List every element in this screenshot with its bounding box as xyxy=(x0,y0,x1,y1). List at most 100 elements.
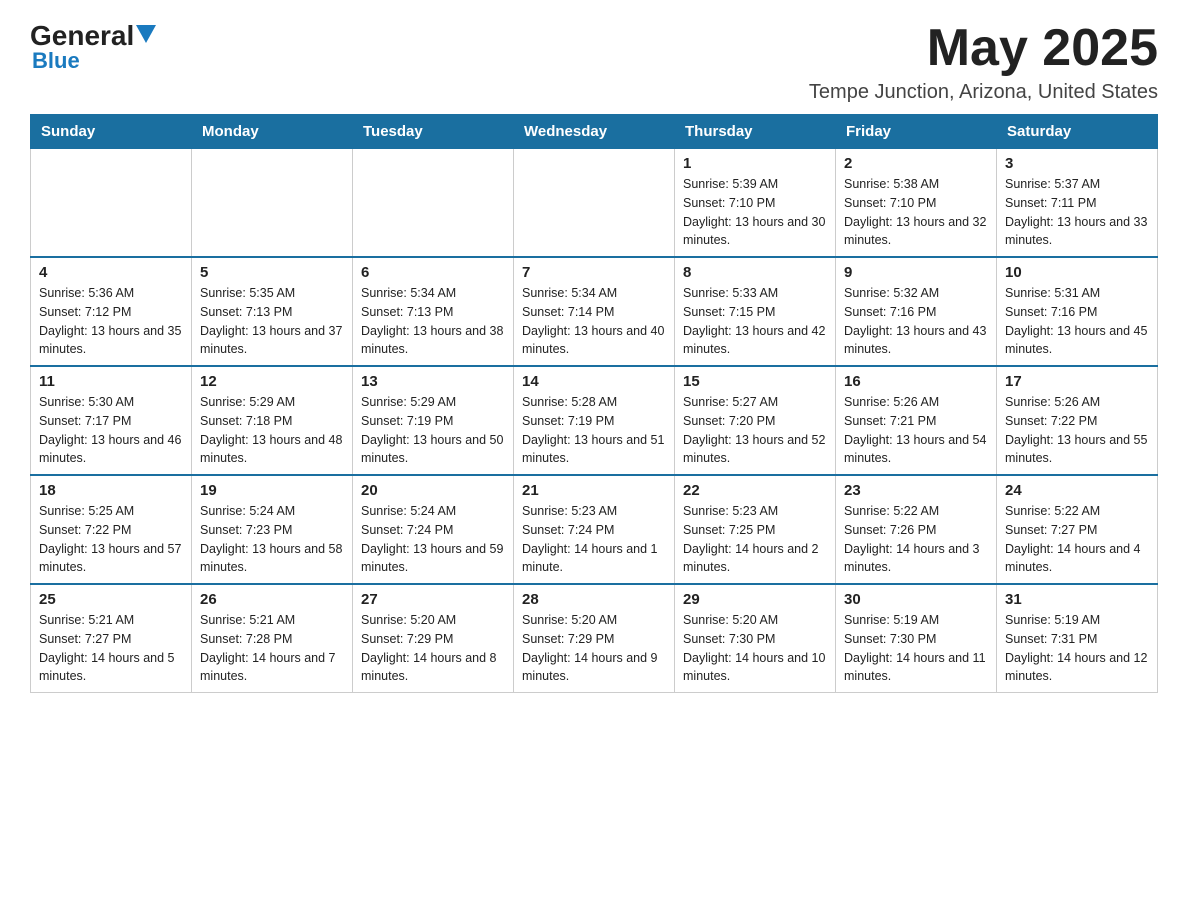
day-number: 15 xyxy=(683,373,827,390)
calendar-cell: 25 Sunrise: 5:21 AMSunset: 7:27 PMDayligh… xyxy=(31,584,192,693)
day-number: 30 xyxy=(844,591,988,608)
day-of-week-header: Sunday xyxy=(31,115,192,149)
day-info: Sunrise: 5:38 AMSunset: 7:10 PMDaylight:… xyxy=(844,175,988,250)
day-number: 25 xyxy=(39,591,183,608)
day-number: 2 xyxy=(844,155,988,172)
day-number: 19 xyxy=(200,482,344,499)
day-number: 24 xyxy=(1005,482,1149,499)
day-of-week-header: Thursday xyxy=(675,115,836,149)
day-number: 20 xyxy=(361,482,505,499)
day-number: 11 xyxy=(39,373,183,390)
day-number: 31 xyxy=(1005,591,1149,608)
day-info: Sunrise: 5:21 AMSunset: 7:27 PMDaylight:… xyxy=(39,611,183,686)
day-info: Sunrise: 5:32 AMSunset: 7:16 PMDaylight:… xyxy=(844,284,988,359)
calendar-cell: 23 Sunrise: 5:22 AMSunset: 7:26 PMDayligh… xyxy=(836,475,997,584)
day-number: 7 xyxy=(522,264,666,281)
day-number: 6 xyxy=(361,264,505,281)
calendar-cell: 28 Sunrise: 5:20 AMSunset: 7:29 PMDayligh… xyxy=(514,584,675,693)
day-info: Sunrise: 5:36 AMSunset: 7:12 PMDaylight:… xyxy=(39,284,183,359)
day-info: Sunrise: 5:35 AMSunset: 7:13 PMDaylight:… xyxy=(200,284,344,359)
day-number: 9 xyxy=(844,264,988,281)
day-of-week-header: Wednesday xyxy=(514,115,675,149)
day-number: 13 xyxy=(361,373,505,390)
calendar-cell: 19Sunrise: 5:24 AMSunset: 7:23 PMDayligh… xyxy=(192,475,353,584)
day-info: Sunrise: 5:23 AMSunset: 7:25 PMDaylight:… xyxy=(683,502,827,577)
day-info: Sunrise: 5:19 AMSunset: 7:31 PMDaylight:… xyxy=(1005,611,1149,686)
month-title: May 2025 xyxy=(809,20,1158,77)
day-number: 1 xyxy=(683,155,827,172)
logo-triangle-icon xyxy=(136,25,156,45)
calendar-cell: 21 Sunrise: 5:23 AMSunset: 7:24 PMDayligh… xyxy=(514,475,675,584)
day-info: Sunrise: 5:23 AMSunset: 7:24 PMDaylight:… xyxy=(522,502,666,577)
day-info: Sunrise: 5:29 AMSunset: 7:19 PMDaylight:… xyxy=(361,393,505,468)
logo-blue-text: Blue xyxy=(32,48,80,74)
day-number: 21 xyxy=(522,482,666,499)
calendar-cell: 30 Sunrise: 5:19 AMSunset: 7:30 PMDayligh… xyxy=(836,584,997,693)
logo: General Blue xyxy=(30,20,156,74)
day-number: 23 xyxy=(844,482,988,499)
day-info: Sunrise: 5:22 AMSunset: 7:27 PMDaylight:… xyxy=(1005,502,1149,577)
day-of-week-header: Tuesday xyxy=(353,115,514,149)
day-info: Sunrise: 5:28 AMSunset: 7:19 PMDaylight:… xyxy=(522,393,666,468)
day-number: 26 xyxy=(200,591,344,608)
day-info: Sunrise: 5:20 AMSunset: 7:29 PMDaylight:… xyxy=(361,611,505,686)
day-info: Sunrise: 5:21 AMSunset: 7:28 PMDaylight:… xyxy=(200,611,344,686)
calendar-table: SundayMondayTuesdayWednesdayThursdayFrid… xyxy=(30,114,1158,693)
calendar-cell xyxy=(353,149,514,258)
calendar-cell xyxy=(192,149,353,258)
calendar-cell xyxy=(514,149,675,258)
day-number: 5 xyxy=(200,264,344,281)
calendar-week-row: 11 Sunrise: 5:30 AMSunset: 7:17 PMDayligh… xyxy=(31,366,1158,475)
day-of-week-header: Friday xyxy=(836,115,997,149)
day-info: Sunrise: 5:39 AMSunset: 7:10 PMDaylight:… xyxy=(683,175,827,250)
calendar-cell: 31 Sunrise: 5:19 AMSunset: 7:31 PMDayligh… xyxy=(997,584,1158,693)
day-info: Sunrise: 5:24 AMSunset: 7:24 PMDaylight:… xyxy=(361,502,505,577)
calendar-cell: 20 Sunrise: 5:24 AMSunset: 7:24 PMDayligh… xyxy=(353,475,514,584)
calendar-week-row: 25 Sunrise: 5:21 AMSunset: 7:27 PMDayligh… xyxy=(31,584,1158,693)
day-number: 8 xyxy=(683,264,827,281)
calendar-week-row: 18 Sunrise: 5:25 AMSunset: 7:22 PMDayligh… xyxy=(31,475,1158,584)
calendar-cell: 12 Sunrise: 5:29 AMSunset: 7:18 PMDayligh… xyxy=(192,366,353,475)
day-info: Sunrise: 5:20 AMSunset: 7:30 PMDaylight:… xyxy=(683,611,827,686)
day-number: 22 xyxy=(683,482,827,499)
day-number: 27 xyxy=(361,591,505,608)
title-area: May 2025 Tempe Junction, Arizona, United… xyxy=(809,20,1158,104)
day-info: Sunrise: 5:25 AMSunset: 7:22 PMDaylight:… xyxy=(39,502,183,577)
day-number: 14 xyxy=(522,373,666,390)
day-info: Sunrise: 5:26 AMSunset: 7:21 PMDaylight:… xyxy=(844,393,988,468)
day-number: 3 xyxy=(1005,155,1149,172)
day-info: Sunrise: 5:26 AMSunset: 7:22 PMDaylight:… xyxy=(1005,393,1149,468)
day-info: Sunrise: 5:37 AMSunset: 7:11 PMDaylight:… xyxy=(1005,175,1149,250)
calendar-cell: 14 Sunrise: 5:28 AMSunset: 7:19 PMDayligh… xyxy=(514,366,675,475)
day-number: 16 xyxy=(844,373,988,390)
calendar-cell: 27 Sunrise: 5:20 AMSunset: 7:29 PMDayligh… xyxy=(353,584,514,693)
calendar-cell: 29 Sunrise: 5:20 AMSunset: 7:30 PMDayligh… xyxy=(675,584,836,693)
day-number: 28 xyxy=(522,591,666,608)
day-of-week-header: Saturday xyxy=(997,115,1158,149)
day-number: 18 xyxy=(39,482,183,499)
calendar-cell: 18 Sunrise: 5:25 AMSunset: 7:22 PMDayligh… xyxy=(31,475,192,584)
calendar-cell: 15Sunrise: 5:27 AMSunset: 7:20 PMDayligh… xyxy=(675,366,836,475)
day-number: 12 xyxy=(200,373,344,390)
day-info: Sunrise: 5:19 AMSunset: 7:30 PMDaylight:… xyxy=(844,611,988,686)
day-number: 29 xyxy=(683,591,827,608)
day-number: 17 xyxy=(1005,373,1149,390)
day-info: Sunrise: 5:29 AMSunset: 7:18 PMDaylight:… xyxy=(200,393,344,468)
day-info: Sunrise: 5:20 AMSunset: 7:29 PMDaylight:… xyxy=(522,611,666,686)
calendar-cell: 17 Sunrise: 5:26 AMSunset: 7:22 PMDayligh… xyxy=(997,366,1158,475)
calendar-cell: 3 Sunrise: 5:37 AMSunset: 7:11 PMDaylight… xyxy=(997,149,1158,258)
calendar-cell: 10Sunrise: 5:31 AMSunset: 7:16 PMDayligh… xyxy=(997,257,1158,366)
calendar-cell: 22 Sunrise: 5:23 AMSunset: 7:25 PMDayligh… xyxy=(675,475,836,584)
location-title: Tempe Junction, Arizona, United States xyxy=(809,81,1158,104)
day-info: Sunrise: 5:22 AMSunset: 7:26 PMDaylight:… xyxy=(844,502,988,577)
calendar-cell: 1 Sunrise: 5:39 AMSunset: 7:10 PMDaylight… xyxy=(675,149,836,258)
calendar-cell: 13 Sunrise: 5:29 AMSunset: 7:19 PMDayligh… xyxy=(353,366,514,475)
day-info: Sunrise: 5:34 AMSunset: 7:13 PMDaylight:… xyxy=(361,284,505,359)
day-info: Sunrise: 5:31 AMSunset: 7:16 PMDaylight:… xyxy=(1005,284,1149,359)
day-number: 4 xyxy=(39,264,183,281)
day-info: Sunrise: 5:33 AMSunset: 7:15 PMDaylight:… xyxy=(683,284,827,359)
calendar-cell: 11 Sunrise: 5:30 AMSunset: 7:17 PMDayligh… xyxy=(31,366,192,475)
day-info: Sunrise: 5:34 AMSunset: 7:14 PMDaylight:… xyxy=(522,284,666,359)
calendar-cell: 26 Sunrise: 5:21 AMSunset: 7:28 PMDayligh… xyxy=(192,584,353,693)
day-info: Sunrise: 5:30 AMSunset: 7:17 PMDaylight:… xyxy=(39,393,183,468)
